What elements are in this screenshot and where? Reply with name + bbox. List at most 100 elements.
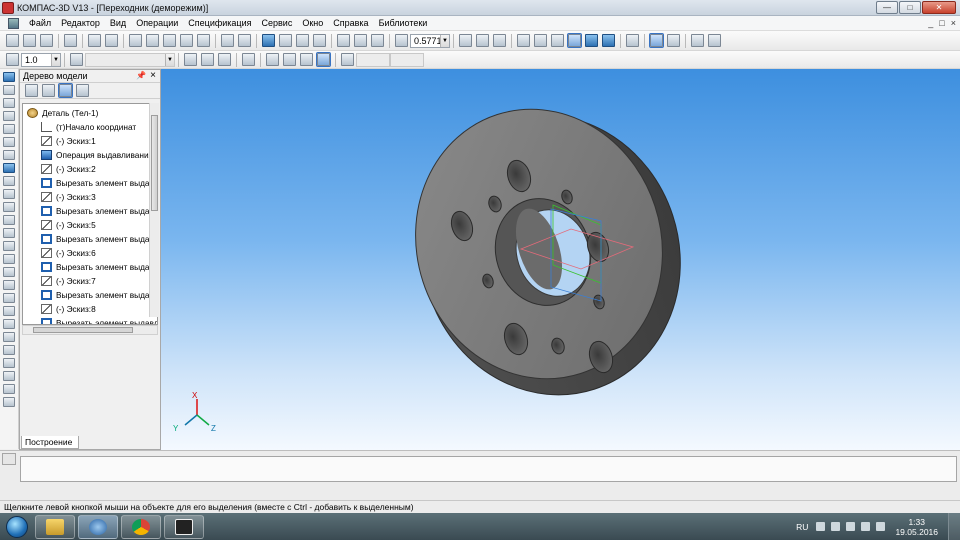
zoom-scale-icon[interactable]	[395, 34, 408, 47]
flange-part[interactable]	[381, 77, 716, 429]
tree-item[interactable]: Операция выдавливания:1	[41, 148, 157, 162]
auxiliary-geometry-icon[interactable]	[3, 124, 15, 134]
tree-item[interactable]: (-) Эскиз:5	[41, 218, 96, 232]
menu-operations[interactable]: Операции	[131, 16, 183, 31]
layer-combo[interactable]: ▼	[85, 52, 175, 67]
undo-icon[interactable]	[221, 34, 234, 47]
tree-order-icon[interactable]	[25, 84, 38, 97]
document-menu-icon[interactable]	[8, 17, 19, 29]
extrude-tool-icon[interactable]	[3, 215, 15, 225]
specification-icon[interactable]	[3, 163, 15, 173]
local-cs-icon[interactable]	[283, 53, 296, 66]
ortho-icon[interactable]	[266, 53, 279, 66]
step-combo[interactable]: 1.0 ▼	[21, 52, 61, 67]
part-render[interactable]: X Y Z	[161, 69, 960, 450]
tree-item[interactable]: Вырезать элемент выдавливания:4	[41, 260, 157, 274]
menu-libraries[interactable]: Библиотеки	[374, 16, 433, 31]
cursor-x-field[interactable]	[356, 52, 390, 67]
properties-icon[interactable]	[180, 34, 193, 47]
hole-icon[interactable]	[3, 293, 15, 303]
chevron-down-icon[interactable]: ▼	[51, 53, 60, 66]
variables-icon[interactable]	[279, 34, 292, 47]
open-icon[interactable]	[23, 34, 36, 47]
maximize-button[interactable]: □	[899, 1, 921, 14]
tree-vertical-scrollbar[interactable]	[149, 103, 159, 317]
scale-icon[interactable]	[3, 397, 15, 407]
scroll-thumb[interactable]	[151, 115, 158, 211]
doc-minimize-button[interactable]: _	[928, 18, 933, 28]
tree-item[interactable]: Вырезать элемент выдавливания:6	[41, 316, 157, 324]
perspective-icon[interactable]	[602, 34, 615, 47]
zoom-window-icon[interactable]	[354, 34, 367, 47]
section-icon[interactable]	[3, 332, 15, 342]
tab-construction[interactable]: Построение	[21, 436, 79, 449]
help-pointer-icon[interactable]	[313, 34, 326, 47]
tree-item[interactable]: Вырезать элемент выдавливания:5	[41, 288, 157, 302]
taskbar-explorer[interactable]	[35, 514, 75, 539]
zoom-combo[interactable]: 0.5771 ▼	[410, 33, 450, 48]
report-icon[interactable]	[691, 34, 704, 47]
print-icon[interactable]	[64, 34, 77, 47]
hidden-lines-icon[interactable]	[534, 34, 547, 47]
tree-item[interactable]: Вырезать элемент выдавливания:2	[41, 204, 157, 218]
cursor-y-field[interactable]	[390, 52, 424, 67]
manager-icon[interactable]	[105, 34, 118, 47]
menu-help[interactable]: Справка	[328, 16, 373, 31]
language-indicator[interactable]: RU	[796, 522, 808, 532]
round-icon[interactable]	[300, 53, 313, 66]
start-button[interactable]	[2, 514, 32, 540]
menu-file[interactable]: Файл	[24, 16, 56, 31]
library-icon[interactable]	[667, 34, 680, 47]
tree-item[interactable]: Вырезать элемент выдавливания:1	[41, 176, 157, 190]
mirror-icon[interactable]	[3, 358, 15, 368]
rotate-icon[interactable]	[476, 34, 489, 47]
settings-icon[interactable]	[708, 34, 721, 47]
tree-item[interactable]: (-) Эскиз:1	[41, 134, 96, 148]
measure-icon[interactable]	[3, 137, 15, 147]
tree-item[interactable]: (-) Эскиз:8	[41, 302, 96, 316]
taskbar-kompas[interactable]	[78, 514, 118, 539]
flag-icon[interactable]	[831, 522, 841, 531]
elements-icon[interactable]	[3, 189, 15, 199]
redo-icon[interactable]	[238, 34, 251, 47]
cursor-coords-icon[interactable]	[341, 53, 354, 66]
menu-service[interactable]: Сервис	[257, 16, 298, 31]
menu-view[interactable]: Вид	[105, 16, 131, 31]
model-viewport[interactable]: X Y Z	[161, 69, 960, 450]
arrays-icon[interactable]	[3, 111, 15, 121]
hidden-thin-icon[interactable]	[551, 34, 564, 47]
coordinate-system-icon[interactable]	[201, 53, 214, 66]
tree-view-icon[interactable]	[58, 83, 73, 98]
network-icon[interactable]	[876, 522, 886, 531]
menu-specification[interactable]: Спецификация	[183, 16, 256, 31]
rib-icon[interactable]	[3, 319, 15, 329]
format-icon[interactable]	[197, 34, 210, 47]
shell-icon[interactable]	[3, 306, 15, 316]
loft-icon[interactable]	[3, 254, 15, 264]
close-icon[interactable]: ×	[150, 70, 156, 81]
filter-icon[interactable]	[626, 34, 639, 47]
shaded-icon[interactable]	[567, 33, 582, 48]
kompas-app-icon[interactable]	[2, 1, 14, 14]
scroll-thumb[interactable]	[33, 327, 133, 333]
tree-horizontal-scrollbar[interactable]	[22, 325, 158, 335]
tree-item[interactable]: (т)Начало координат	[41, 120, 136, 134]
tree-item[interactable]: Деталь (Тел-1)	[27, 106, 98, 120]
show-desktop-button[interactable]	[948, 513, 960, 540]
paste-icon[interactable]	[163, 34, 176, 47]
sheet-metal-icon[interactable]	[3, 202, 15, 212]
editing-tools-icon[interactable]	[3, 72, 15, 82]
chevron-down-icon[interactable]: ▼	[440, 34, 449, 47]
cut-icon[interactable]	[129, 34, 142, 47]
properties-area[interactable]	[20, 456, 957, 482]
menu-window[interactable]: Окно	[297, 16, 328, 31]
tray-expand-icon[interactable]	[816, 522, 826, 531]
fillet-icon[interactable]	[3, 267, 15, 277]
tree-filter-icon[interactable]	[76, 84, 89, 97]
manager-library-icon[interactable]	[262, 34, 275, 47]
rotate-tool-icon[interactable]	[3, 228, 15, 238]
chevron-down-icon[interactable]: ▼	[165, 53, 174, 66]
shaded-edges-icon[interactable]	[585, 34, 598, 47]
close-button[interactable]: ✕	[922, 1, 956, 14]
save-icon[interactable]	[40, 34, 53, 47]
